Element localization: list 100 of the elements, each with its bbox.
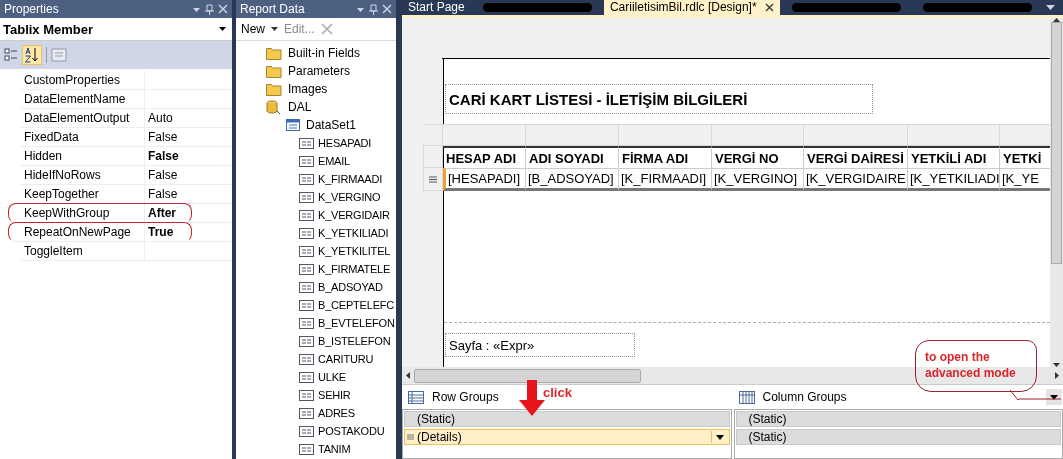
data-cell[interactable]: [B_ADSOYAD]: [526, 168, 619, 191]
callout-annotation: to open the advanced mode: [915, 340, 1037, 392]
field-icon: [299, 389, 314, 401]
panel-title: Report Data: [240, 2, 306, 16]
field-icon: [299, 263, 314, 275]
column-handle[interactable]: [526, 124, 619, 146]
column-header[interactable]: VERGİ NO: [712, 146, 804, 168]
field-icon: [299, 281, 314, 293]
group-item[interactable]: (Details): [404, 429, 730, 445]
column-header[interactable]: YETKİLİ ADI: [908, 146, 1000, 168]
column-handle[interactable]: [1000, 124, 1050, 146]
property-name[interactable]: Hidden: [20, 147, 145, 166]
property-value[interactable]: False: [145, 166, 232, 185]
field-icon: [299, 443, 314, 455]
property-value[interactable]: True: [145, 223, 232, 242]
column-handle[interactable]: [443, 124, 526, 146]
field-icon: [299, 425, 314, 437]
group-item[interactable]: (Static): [735, 411, 1061, 427]
field-icon: [299, 173, 314, 185]
tree-item[interactable]: DAL: [288, 100, 312, 114]
property-name[interactable]: DataElementName: [20, 90, 145, 109]
tree-item[interactable]: Built-in Fields: [288, 46, 361, 60]
categorized-icon[interactable]: [4, 48, 18, 62]
annotation-text: click: [543, 385, 572, 400]
sort-button[interactable]: [22, 45, 42, 65]
property-value[interactable]: False: [145, 147, 232, 166]
data-cell[interactable]: [HESAPADI]: [443, 168, 526, 191]
tree-item[interactable]: TANIM: [318, 443, 351, 455]
property-name[interactable]: DataElementOutput: [20, 109, 145, 128]
tree-item[interactable]: ADRES: [318, 407, 355, 419]
property-value[interactable]: Auto: [145, 109, 232, 128]
group-item[interactable]: (Static): [404, 411, 730, 427]
column-header[interactable]: VERGİ DAİRESİ: [804, 146, 908, 168]
tree-item[interactable]: HESAPADI: [318, 137, 372, 149]
pane-title: Column Groups: [762, 390, 847, 404]
column-handle[interactable]: [619, 124, 712, 146]
scroll-left-icon[interactable]: [406, 372, 410, 379]
field-icon: [299, 335, 314, 347]
property-name[interactable]: FixedData: [20, 128, 145, 147]
dropdown-icon[interactable]: [271, 27, 278, 31]
document-tab[interactable]: CariiletisimBil.rdlc [Design]*: [603, 0, 780, 15]
row-groups-icon: [408, 390, 424, 404]
row-handle[interactable]: [423, 146, 443, 168]
tree-item[interactable]: B_ISTELEFON: [318, 335, 391, 347]
dropdown-icon[interactable]: [219, 27, 226, 31]
scroll-right-icon[interactable]: [1055, 372, 1059, 379]
tree-item[interactable]: K_YETKILIADI: [318, 227, 389, 239]
tree-item[interactable]: DataSet1: [306, 118, 357, 132]
property-name[interactable]: CustomProperties: [20, 71, 145, 90]
pin-icon[interactable]: [205, 3, 214, 15]
tree-item[interactable]: B_ADSOYAD: [318, 281, 383, 293]
footer-expression[interactable]: Sayfa : «Expr»: [445, 333, 635, 357]
property-name[interactable]: HideIfNoRows: [20, 166, 145, 185]
details-row-icon: [429, 175, 437, 183]
tree-item[interactable]: CARITURU: [318, 353, 374, 365]
property-name[interactable]: RepeatOnNewPage: [20, 223, 145, 242]
pin-icon[interactable]: [369, 3, 378, 15]
tree-item[interactable]: SEHIR: [318, 389, 351, 401]
tree-item[interactable]: K_FIRMAADI: [318, 173, 382, 185]
column-handle[interactable]: [712, 124, 804, 146]
tree-item[interactable]: K_YETKILITEL: [318, 245, 391, 257]
property-name[interactable]: ToggleItem: [20, 242, 145, 261]
vertical-scrollbar[interactable]: [1050, 18, 1063, 367]
property-value[interactable]: False: [145, 185, 232, 204]
column-handle[interactable]: [908, 124, 1000, 146]
close-icon[interactable]: [764, 3, 774, 12]
field-icon: [299, 317, 314, 329]
report-title[interactable]: CARİ KART LİSTESİ - İLETİŞİM BİLGİLERİ: [445, 84, 873, 114]
corner-handle[interactable]: [423, 124, 443, 146]
tree-item[interactable]: K_VERGIDAIR: [318, 209, 390, 221]
data-cell[interactable]: [K_VERGIDAIRE: [804, 168, 908, 191]
field-icon: [299, 137, 314, 149]
group-item[interactable]: (Static): [735, 429, 1061, 445]
new-button[interactable]: New: [241, 22, 265, 36]
tree-item[interactable]: Images: [288, 82, 328, 96]
tree-item[interactable]: B_EVTELEFON: [318, 317, 395, 329]
horizontal-scrollbar[interactable]: [402, 367, 1063, 384]
property-name[interactable]: KeepWithGroup: [20, 204, 145, 223]
data-cell[interactable]: [K_FIRMAADI]: [619, 168, 712, 191]
tree-item[interactable]: Parameters: [288, 64, 351, 78]
row-handle[interactable]: [423, 168, 443, 191]
tree-item[interactable]: B_CEPTELEFC: [318, 299, 395, 311]
delete-icon[interactable]: [320, 23, 333, 35]
column-handle[interactable]: [804, 124, 908, 146]
data-cell[interactable]: [K_VERGINO]: [712, 168, 804, 191]
property-value[interactable]: False: [145, 128, 232, 147]
tree-item[interactable]: K_VERGINO: [318, 191, 381, 203]
document-tab[interactable]: Start Page: [402, 0, 471, 15]
tree-item[interactable]: POSTAKODU: [318, 425, 385, 437]
column-header[interactable]: HESAP ADI: [443, 146, 526, 168]
property-name[interactable]: KeepTogether: [20, 185, 145, 204]
tree-item[interactable]: EMAIL: [318, 155, 350, 167]
tree-item[interactable]: ULKE: [318, 371, 346, 383]
dropdown-icon[interactable]: [1046, 5, 1055, 11]
column-header[interactable]: ADI SOYADI: [526, 146, 619, 168]
data-cell[interactable]: [K_YETKILIADI: [908, 168, 1000, 191]
tree-item[interactable]: K_FIRMATELE: [318, 263, 391, 275]
column-groups-icon: [738, 390, 755, 404]
column-header[interactable]: FİRMA ADI: [619, 146, 712, 168]
property-value[interactable]: After: [145, 204, 232, 223]
